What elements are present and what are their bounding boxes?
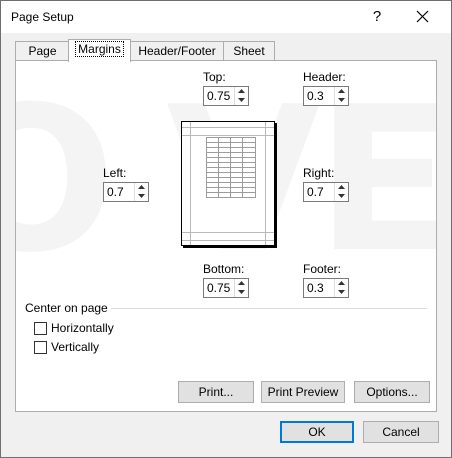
help-button[interactable]: ? xyxy=(367,6,387,28)
top-label: Top: xyxy=(203,70,226,84)
bottom-margin-value[interactable]: 0.75 xyxy=(207,281,230,295)
footer-margin-spinner[interactable]: 0.3 xyxy=(303,278,349,298)
options-button[interactable]: Options... xyxy=(354,381,430,403)
close-button[interactable] xyxy=(405,5,439,29)
footer-label: Footer: xyxy=(303,262,342,276)
ok-button[interactable]: OK xyxy=(280,421,354,443)
left-label: Left: xyxy=(103,166,127,180)
header-label: Header: xyxy=(303,70,346,84)
tab-header-footer[interactable]: Header/Footer xyxy=(129,41,225,61)
preview-margin-line xyxy=(182,240,274,241)
spin-arrows[interactable] xyxy=(334,279,348,297)
spin-down-icon[interactable] xyxy=(135,192,148,201)
group-divider xyxy=(111,308,427,309)
spin-arrows[interactable] xyxy=(334,87,348,105)
preview-margin-line xyxy=(190,122,191,245)
window-title: Page Setup xyxy=(11,10,74,24)
close-icon xyxy=(416,10,428,23)
print-preview-button[interactable]: Print Preview xyxy=(261,381,345,403)
spin-up-icon[interactable] xyxy=(235,279,248,288)
spin-arrows[interactable] xyxy=(234,87,248,105)
footer-margin-value[interactable]: 0.3 xyxy=(307,281,324,295)
page-setup-dialog: Page Setup ? Page Margins Header/Footer … xyxy=(0,0,452,458)
tab-page[interactable]: Page xyxy=(15,41,70,61)
right-margin-value[interactable]: 0.7 xyxy=(307,185,324,199)
preview-margin-line xyxy=(265,122,266,245)
spin-down-icon[interactable] xyxy=(335,96,348,105)
bottom-label: Bottom: xyxy=(203,262,245,276)
spin-down-icon[interactable] xyxy=(235,96,248,105)
print-button[interactable]: Print... xyxy=(178,381,254,403)
watermark-glyph: E xyxy=(316,81,436,281)
top-margin-value[interactable]: 0.75 xyxy=(207,89,230,103)
tab-sheet[interactable]: Sheet xyxy=(223,41,275,61)
bottom-margin-spinner[interactable]: 0.75 xyxy=(203,278,249,298)
page-preview xyxy=(181,121,275,246)
preview-margin-line xyxy=(182,127,274,128)
vertically-label[interactable]: Vertically xyxy=(51,340,99,354)
tab-margins-label: Margins xyxy=(75,41,124,57)
spin-arrows[interactable] xyxy=(334,183,348,201)
spin-down-icon[interactable] xyxy=(235,288,248,297)
spin-up-icon[interactable] xyxy=(335,183,348,192)
spin-arrows[interactable] xyxy=(234,279,248,297)
right-label: Right: xyxy=(303,166,335,180)
vertically-checkbox[interactable] xyxy=(34,341,47,354)
spin-down-icon[interactable] xyxy=(335,288,348,297)
spin-up-icon[interactable] xyxy=(335,87,348,96)
preview-margin-line xyxy=(182,135,274,136)
title-bar: Page Setup ? xyxy=(1,1,451,33)
spin-arrows[interactable] xyxy=(134,183,148,201)
left-margin-spinner[interactable]: 0.7 xyxy=(103,182,149,202)
horizontally-label[interactable]: Horizontally xyxy=(51,321,114,335)
header-margin-value[interactable]: 0.3 xyxy=(307,89,324,103)
spin-up-icon[interactable] xyxy=(135,183,148,192)
preview-table xyxy=(206,137,256,198)
preview-margin-line xyxy=(182,232,274,233)
spin-down-icon[interactable] xyxy=(335,192,348,201)
cancel-button[interactable]: Cancel xyxy=(363,421,439,443)
header-margin-spinner[interactable]: 0.3 xyxy=(303,86,349,106)
watermark-glyph: O xyxy=(16,81,116,281)
right-margin-spinner[interactable]: 0.7 xyxy=(303,182,349,202)
tab-margins[interactable]: Margins xyxy=(68,39,131,62)
spin-up-icon[interactable] xyxy=(235,87,248,96)
spin-up-icon[interactable] xyxy=(335,279,348,288)
top-margin-spinner[interactable]: 0.75 xyxy=(203,86,249,106)
margins-panel: O V E Top: 0.75 Header: 0.3 Left: 0.7 xyxy=(15,60,437,412)
center-on-page-label: Center on page xyxy=(25,301,108,315)
left-margin-value[interactable]: 0.7 xyxy=(107,185,124,199)
horizontally-checkbox[interactable] xyxy=(34,322,47,335)
